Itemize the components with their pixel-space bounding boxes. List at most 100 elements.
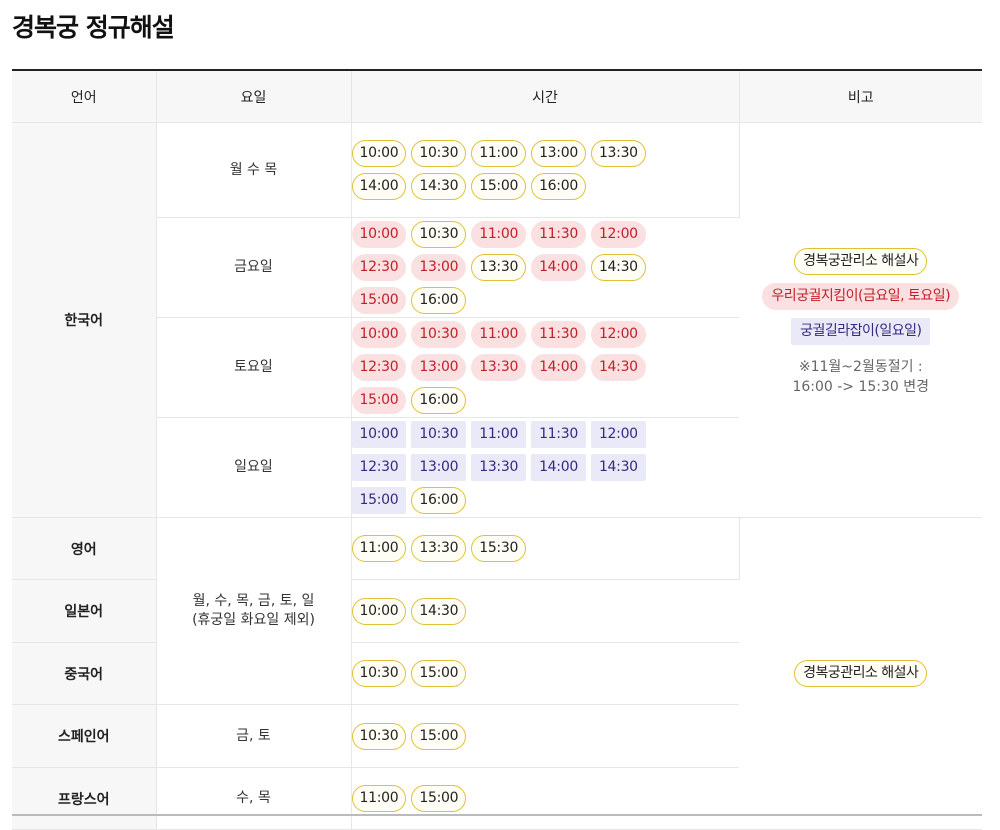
time-chip: 11:30 (531, 321, 586, 348)
time-chip: 16:00 (411, 387, 467, 414)
time-chip: 10:30 (411, 321, 467, 348)
time-chip: 13:30 (411, 535, 467, 562)
days-cell: 월, 수, 목, 금, 토, 일 (휴궁일 화요일 제외) (156, 517, 352, 705)
time-chip: 14:00 (351, 173, 407, 200)
header-language: 언어 (12, 70, 157, 123)
time-chip: 13:30 (471, 454, 527, 481)
table-row: 영어 월, 수, 목, 금, 토, 일 (휴궁일 화요일 제외) 11:00 13… (12, 517, 982, 830)
time-chip: 16:00 (411, 487, 467, 514)
time-chip: 15:00 (411, 785, 467, 812)
time-chip: 15:00 (351, 287, 407, 314)
time-chip: 11:30 (531, 221, 586, 248)
time-chip: 14:00 (531, 354, 586, 381)
note-badge: 우리궁궐지킴이(금요일, 토요일) (762, 282, 960, 310)
time-chip: 15:00 (411, 722, 467, 750)
time-chip: 13:00 (411, 454, 467, 481)
days-cell: 일요일 (156, 417, 352, 518)
time-chip: 12:30 (351, 354, 407, 381)
header-note: 비고 (739, 70, 982, 123)
time-chip: 11:00 (471, 321, 527, 348)
time-chip-list: 10:00 10:30 11:00 13:00 13:30 14:00 14:30 15:00… (351, 137, 692, 203)
time-chip: 10:30 (411, 221, 467, 248)
time-chip: 10:30 (411, 140, 467, 167)
time-chip: 14:30 (590, 454, 646, 481)
note-text: ※11월~2월동절기 : 16:00 -> 15:30 변경 (740, 357, 983, 397)
time-chip: 11:00 (471, 140, 527, 167)
time-chip: 10:00 (351, 597, 407, 625)
days-cell: 토요일 (156, 317, 352, 418)
time-chip: 13:00 (531, 140, 586, 167)
table-row: 한국어 월 수 목 10:00 10:30 11:00 13:00 13:30 14:00… (12, 122, 982, 518)
time-chip-list: 11:00 15:00 (351, 782, 692, 815)
time-chip: 12:30 (351, 454, 407, 481)
days-line: (휴궁일 화요일 제외) (192, 612, 315, 628)
time-chip: 10:00 (351, 140, 407, 167)
language-cell: 스페인어 (12, 704, 157, 768)
time-chip-list: 10:00 14:30 (351, 595, 692, 628)
days-cell: 금, 토 (156, 704, 352, 768)
time-chip: 16:00 (411, 287, 467, 314)
time-chip: 14:30 (411, 597, 467, 625)
times-cell: 10:00 10:30 11:00 13:00 13:30 14:00 14:30 15:00… (351, 122, 740, 218)
time-chip: 12:30 (351, 254, 407, 281)
time-chip: 14:30 (411, 173, 467, 200)
language-cell: 영어 (12, 517, 157, 580)
time-chip: 10:30 (411, 421, 467, 448)
times-cell: 11:00 15:00 (351, 767, 739, 830)
time-chip: 14:30 (590, 354, 646, 381)
times-cell: 10:00 10:30 11:00 11:30 12:00 12:30 13:00 13:30… (351, 317, 739, 418)
time-chip: 11:00 (471, 221, 527, 248)
time-chip: 15:30 (471, 535, 527, 562)
time-chip: 14:30 (590, 254, 646, 281)
table-bottom-border (12, 814, 982, 816)
time-chip-list: 10:30 15:00 (351, 657, 692, 690)
time-chip: 13:30 (471, 254, 527, 281)
time-chip-list: 11:00 13:30 15:30 (351, 532, 692, 565)
language-cell: 중국어 (12, 642, 157, 705)
times-cell: 10:00 10:30 11:00 11:30 12:00 12:30 13:00 13:30… (351, 217, 739, 318)
time-chip: 10:00 (351, 421, 407, 448)
time-chip: 13:30 (590, 140, 646, 167)
language-cell: 한국어 (12, 122, 157, 518)
times-cell: 10:30 15:00 (351, 642, 739, 705)
time-chip: 12:00 (590, 221, 646, 248)
time-chip: 10:00 (351, 321, 407, 348)
note-line: ※11월~2월동절기 : (798, 358, 923, 375)
time-chip: 10:00 (351, 221, 407, 248)
time-chip: 12:00 (590, 421, 646, 448)
time-chip-list: 10:30 15:00 (351, 720, 692, 753)
language-cell: 프랑스어 (12, 767, 157, 830)
header-row: 언어 요일 시간 비고 (12, 70, 982, 123)
note-badge: 궁궐길라잡이(일요일) (791, 317, 931, 345)
times-cell: 10:30 15:00 (351, 704, 739, 768)
days-line: 월, 수, 목, 금, 토, 일 (192, 593, 315, 609)
note-badge: 경복궁관리소 해설사 (794, 247, 928, 275)
time-chip: 10:30 (351, 660, 407, 687)
note-cell: 경복궁관리소 해설사 (739, 517, 982, 830)
time-chip: 13:30 (471, 354, 527, 381)
time-chip: 15:00 (351, 487, 407, 514)
times-cell: 10:00 14:30 (351, 579, 739, 643)
time-chip: 10:30 (351, 722, 407, 750)
time-chip: 14:00 (531, 254, 586, 281)
days-cell: 수, 목 (156, 767, 352, 830)
header-time: 시간 (351, 70, 740, 123)
note-badge-list: 경복궁관리소 해설사우리궁궐지킴이(금요일, 토요일) 궁궐길라잡이(일요일) (740, 244, 983, 349)
time-chip: 11:30 (531, 421, 586, 448)
days-cell: 월 수 목 (156, 122, 352, 218)
time-chip: 15:00 (411, 660, 467, 687)
time-chip: 11:00 (351, 785, 407, 812)
times-cell: 10:00 10:30 11:00 11:30 12:00 12:30 13:00 13:30… (351, 417, 739, 518)
times-cell: 11:00 13:30 15:30 (351, 517, 740, 580)
time-chip-list: 10:00 10:30 11:00 11:30 12:00 12:30 13:00 13:30… (351, 218, 692, 317)
time-chip: 16:00 (531, 173, 586, 200)
time-chip: 11:00 (471, 421, 527, 448)
time-chip: 14:00 (531, 454, 586, 481)
header-days: 요일 (156, 70, 352, 123)
language-cell: 일본어 (12, 579, 157, 643)
time-chip: 12:00 (590, 321, 646, 348)
time-chip-list: 10:00 10:30 11:00 11:30 12:00 12:30 13:00 13:30… (351, 418, 692, 517)
time-chip: 13:00 (411, 254, 467, 281)
page-title: 경복궁 정규해설 (12, 13, 175, 42)
note-line: 16:00 -> 15:30 변경 (792, 378, 930, 395)
